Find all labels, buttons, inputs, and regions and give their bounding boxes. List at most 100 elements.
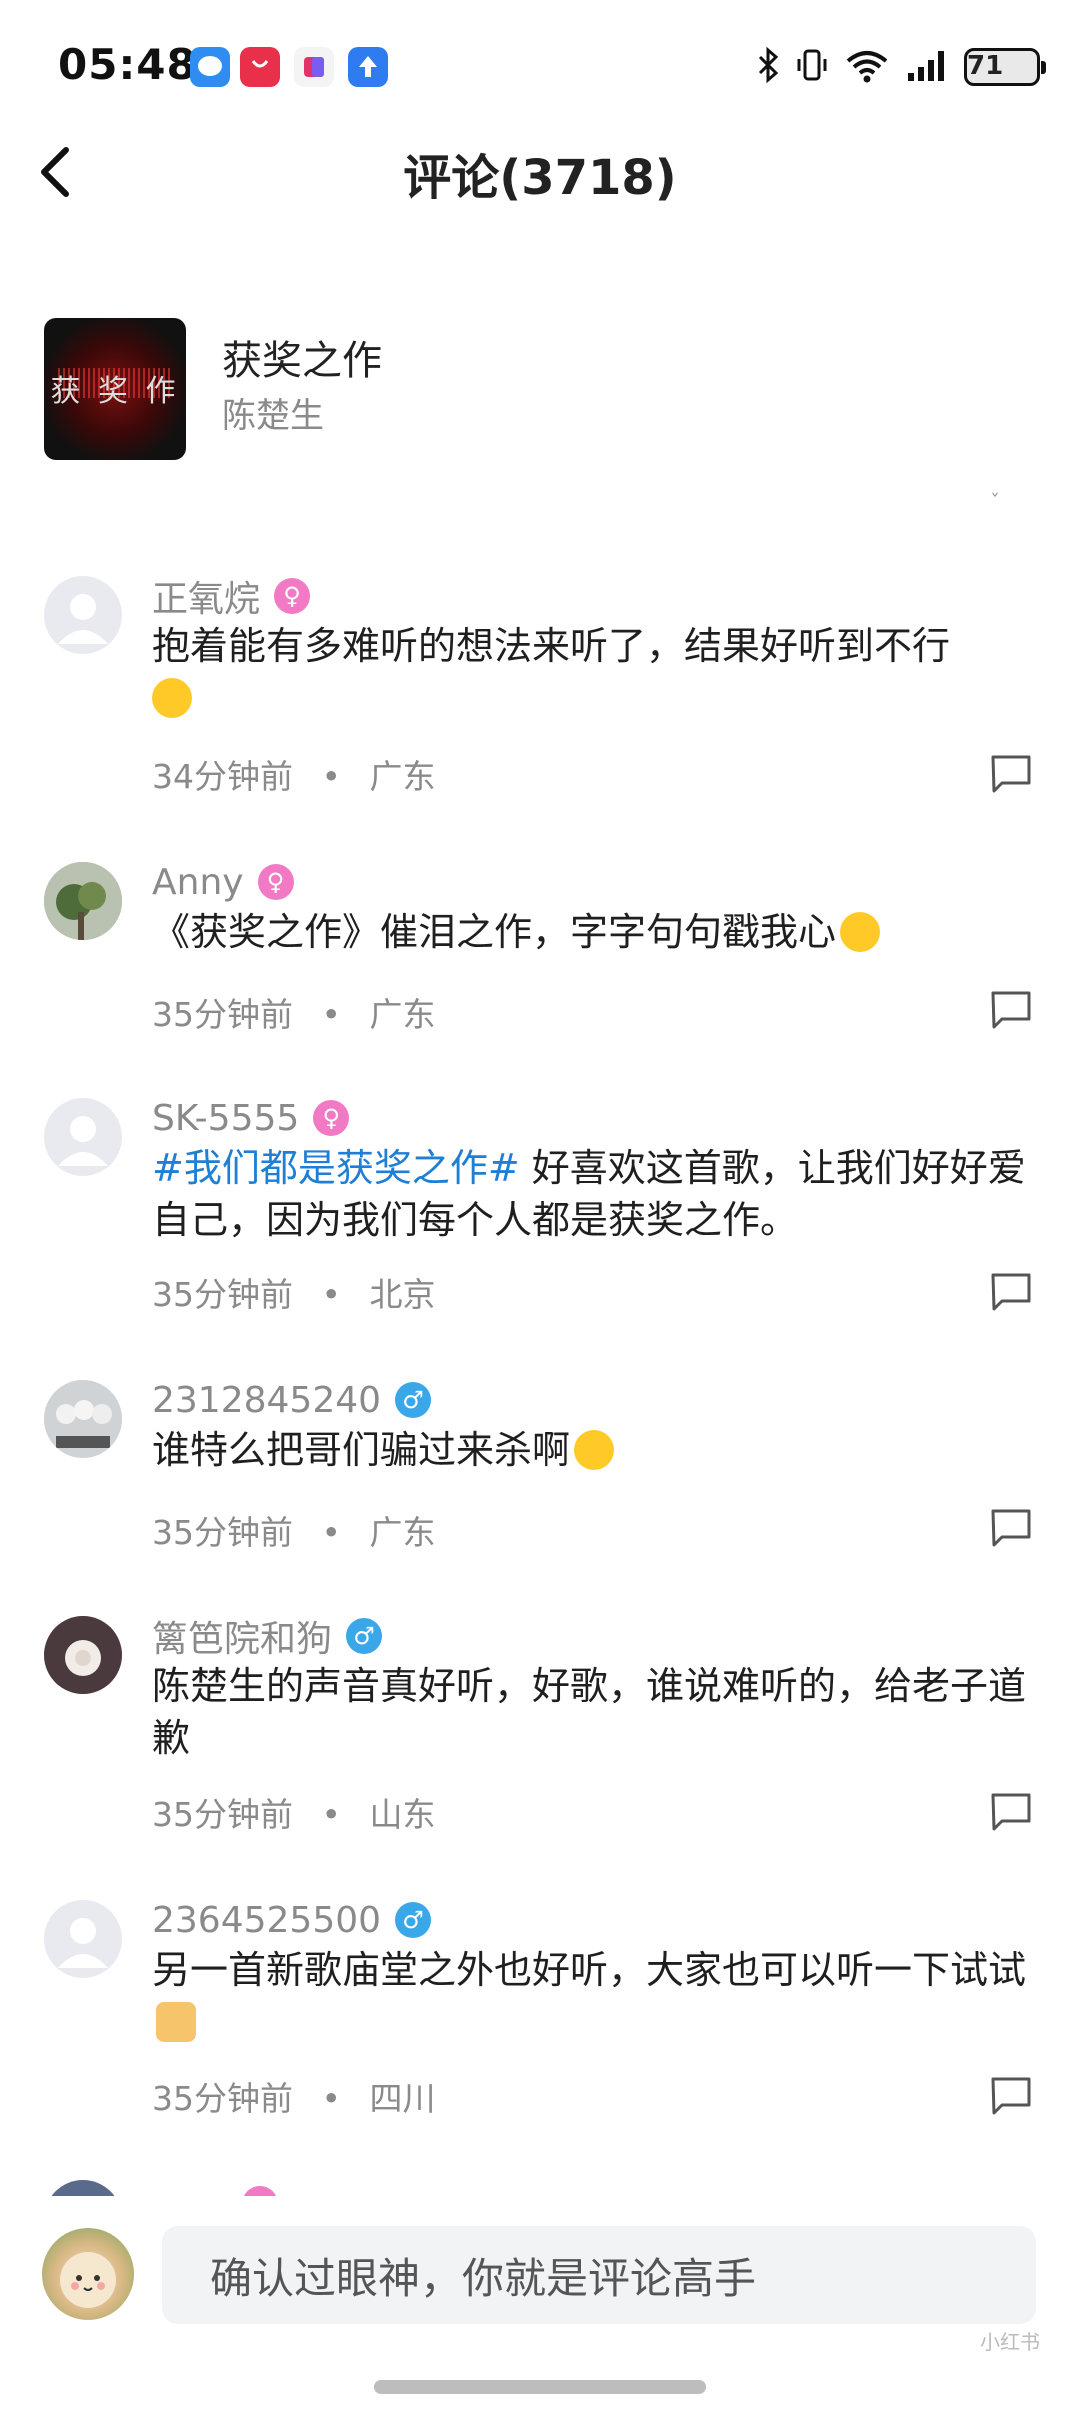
comment-meta: 35分钟前 • 广东 (152, 988, 435, 1036)
comment-meta: 35分钟前 • 山东 (152, 1788, 435, 1836)
comment-time: 35分钟前 (152, 1513, 293, 1552)
song-artist[interactable]: 陈楚生 (222, 388, 324, 437)
page-title: 评论(3718) (403, 150, 677, 206)
comment-location: 广东 (369, 995, 436, 1034)
song-title: 获奖之作 (222, 338, 382, 384)
comment-composer: 确认过眼神，你就是评论高手 小红书 (0, 2196, 1080, 2410)
comment-location: 广东 (369, 1513, 436, 1552)
comment-location: 广东 (369, 757, 436, 796)
reply-bubble-icon[interactable] (990, 2076, 1032, 2116)
handshake-emoji-icon (156, 2002, 196, 2042)
comment-time: 35分钟前 (152, 1795, 293, 1834)
comment-location: 四川 (369, 2079, 436, 2118)
name-row: SK-5555 ♀ (152, 1094, 350, 1142)
username[interactable]: 正氧烷 (152, 570, 260, 622)
comment-meta: 35分钟前 • 北京 (152, 1268, 435, 1316)
male-gender-icon: ♂ (395, 1902, 432, 1938)
male-gender-icon: ♂ (395, 1382, 432, 1418)
comment-item: 2312845240 ♂ 谁特么把哥们骗过来杀啊 35分钟前 • 广东 (0, 1376, 1080, 1566)
comment-meta: 35分钟前 • 广东 (152, 1506, 435, 1554)
status-bar: 05:48 71 (0, 0, 1080, 140)
star-eyes-emoji-icon (152, 678, 192, 718)
avatar[interactable] (44, 576, 122, 654)
comment-item: 2364525500 ♂ 另一首新歌庙堂之外也好听，大家也可以听一下试试 35分… (0, 1896, 1080, 2136)
comment-text: 另一首新歌庙堂之外也好听，大家也可以听一下试试 (152, 1944, 1032, 2048)
avatar[interactable] (44, 1616, 122, 1694)
comment-location: 北京 (369, 1275, 436, 1314)
name-row: 2364525500 ♂ (152, 1896, 432, 1944)
default-avatar-icon (58, 1116, 108, 1166)
comment-time: 35分钟前 (152, 2079, 293, 2118)
meta-separator: • (321, 995, 341, 1034)
meta-separator: • (321, 2079, 341, 2118)
avatar[interactable] (44, 862, 122, 940)
reply-bubble-icon[interactable] (990, 1792, 1032, 1832)
battery-indicator: 71 (964, 48, 1046, 86)
comment-text: 谁特么把哥们骗过来杀啊 (152, 1424, 1032, 1476)
comment-time: 35分钟前 (152, 1275, 293, 1314)
meta-separator: • (321, 1795, 341, 1834)
comment-time: 35分钟前 (152, 995, 293, 1034)
comment-input[interactable]: 确认过眼神，你就是评论高手 (162, 2226, 1036, 2324)
album-cover[interactable]: 获 奖 作 (44, 318, 186, 460)
song-card[interactable]: 获 奖 作 获奖之作 陈楚生 (44, 318, 944, 463)
comment-body: 陈楚生的声音真好听，好歌，谁说难听的，给老子道歉 (152, 1664, 1027, 1760)
meta-separator: • (321, 1275, 341, 1314)
name-row: Anny ♀ (152, 858, 294, 906)
comment-item: 篱笆院和狗 ♂ 陈楚生的声音真好听，好歌，谁说难听的，给老子道歉 35分钟前 •… (0, 1612, 1080, 1852)
header: 评论(3718) (0, 120, 1080, 220)
cute-character-avatar-icon (60, 2252, 116, 2308)
comment-body: 抱着能有多难听的想法来听了，结果好听到不行 (152, 624, 951, 668)
comment-time: 34分钟前 (152, 757, 293, 796)
wifi-icon (844, 45, 890, 89)
avatar[interactable] (44, 1098, 122, 1176)
bluetooth-icon (756, 45, 780, 89)
reply-bubble-icon[interactable] (990, 990, 1032, 1030)
cats-photo-avatar-icon (44, 1380, 122, 1458)
status-indicators: 71 (756, 42, 1046, 92)
plant-photo-avatar-icon (44, 862, 122, 940)
male-gender-icon: ♂ (346, 1618, 383, 1654)
default-avatar-icon (58, 594, 108, 644)
name-row: 2312845240 ♂ (152, 1376, 432, 1424)
scroll-mark-icon: ˇ (990, 490, 1000, 514)
reply-bubble-icon[interactable] (990, 1508, 1032, 1548)
name-row: 篱笆院和狗 ♂ (152, 1610, 383, 1662)
watermark: 小红书 (980, 2330, 1040, 2354)
message-app-icon (190, 47, 230, 87)
default-avatar-icon (58, 1918, 108, 1968)
upload-app-icon (348, 47, 388, 87)
comment-text: 抱着能有多难听的想法来听了，结果好听到不行 (152, 620, 1032, 724)
vibrate-icon (794, 45, 830, 89)
video-app-icon (294, 47, 334, 87)
home-indicator[interactable] (374, 2380, 706, 2394)
username[interactable]: 篱笆院和狗 (152, 1610, 332, 1662)
hashtag-link[interactable]: #我们都是获奖之作# (152, 1146, 520, 1190)
meta-separator: • (321, 1513, 341, 1552)
reply-bubble-icon[interactable] (990, 754, 1032, 794)
cover-art-lettering: 获 奖 作 (50, 374, 180, 409)
comment-item: 正氧烷 ♀ 抱着能有多难听的想法来听了，结果好听到不行 34分钟前 • 广东 (0, 572, 1080, 802)
username[interactable]: SK-5555 (152, 1098, 299, 1139)
username[interactable]: Anny (152, 862, 244, 903)
comment-location: 山东 (369, 1795, 436, 1834)
crying-emoji-icon (840, 912, 881, 952)
avatar[interactable] (44, 1900, 122, 1978)
comment-item: SK-5555 ♀ #我们都是获奖之作# 好喜欢这首歌，让我们好好爱自己，因为我… (0, 1094, 1080, 1334)
username[interactable]: 2312845240 (152, 1380, 381, 1421)
flower-photo-avatar-icon (44, 1616, 122, 1694)
app-gallery-icon (240, 47, 280, 87)
meta-separator: • (321, 757, 341, 796)
reply-bubble-icon[interactable] (990, 1272, 1032, 1312)
comment-meta: 35分钟前 • 四川 (152, 2072, 435, 2120)
my-avatar[interactable] (42, 2228, 134, 2320)
female-gender-icon: ♀ (274, 578, 311, 614)
signal-icon (904, 45, 950, 89)
comment-text: 《获奖之作》催泪之作，字字句句戳我心 (152, 906, 1032, 958)
comment-meta: 34分钟前 • 广东 (152, 750, 435, 798)
status-time: 05:48 (58, 40, 197, 89)
avatar[interactable] (44, 1380, 122, 1458)
username[interactable]: 2364525500 (152, 1900, 381, 1941)
smile-emoji-icon (574, 1430, 615, 1470)
comment-item: Anny ♀ 《获奖之作》催泪之作，字字句句戳我心 35分钟前 • 广东 (0, 858, 1080, 1048)
